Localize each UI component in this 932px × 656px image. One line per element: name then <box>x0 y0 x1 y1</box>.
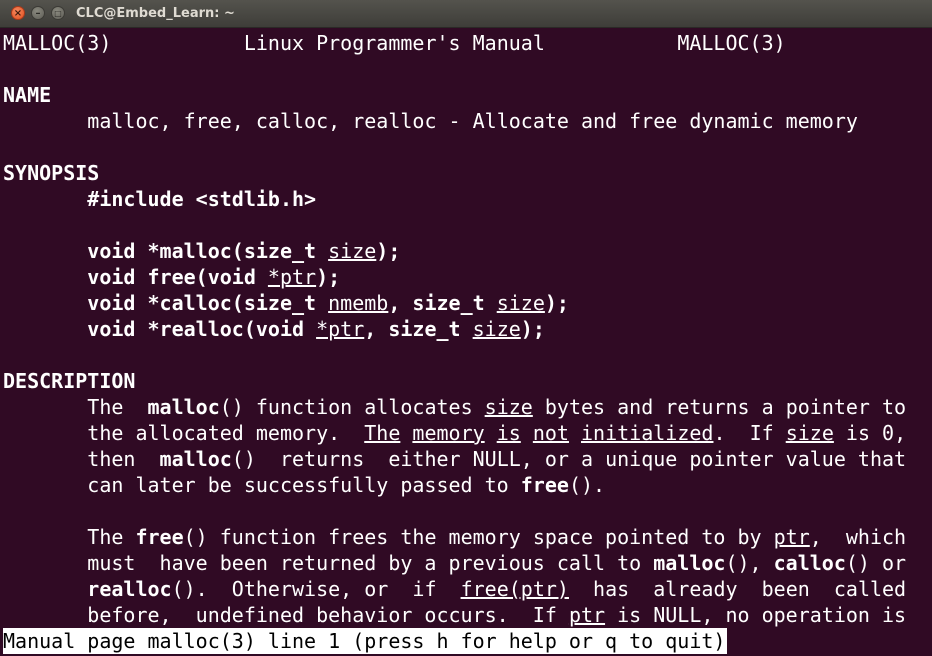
description-line: The free() function frees the memory spa… <box>3 525 907 549</box>
maximize-icon[interactable]: □ <box>51 6 65 20</box>
description-line: before, undefined behavior occurs. If pt… <box>3 603 907 627</box>
terminal-content[interactable]: MALLOC(3) Linux Programmer's Manual MALL… <box>3 30 932 628</box>
section-name-heading: NAME <box>3 83 52 107</box>
man-header-line: MALLOC(3) Linux Programmer's Manual MALL… <box>3 30 932 56</box>
window-title: CLC@Embed_Learn: ~ <box>76 6 235 21</box>
pager-status-bar: Manual page malloc(3) line 1 (press h fo… <box>3 628 728 654</box>
description-line: can later be successfully passed to free… <box>3 473 606 497</box>
description-line: then malloc() returns either NULL, or a … <box>3 447 907 471</box>
description-line: realloc(). Otherwise, or if free(ptr) ha… <box>87 577 907 601</box>
description-line: must have been returned by a previous ca… <box>3 551 907 575</box>
header-center: Linux Programmer's Manual <box>243 31 545 55</box>
terminal-window: × – □ CLC@Embed_Learn: ~ MALLOC(3) Linux… <box>0 0 932 656</box>
title-bar[interactable]: × – □ CLC@Embed_Learn: ~ <box>0 0 932 28</box>
synopsis-calloc: void *calloc(size_t nmemb, size_t size); <box>87 291 569 315</box>
description-line: The malloc() function allocates size byt… <box>3 395 907 419</box>
header-right: MALLOC(3) <box>677 31 786 55</box>
synopsis-realloc: void *realloc(void *ptr, size_t size); <box>87 317 545 341</box>
description-line: the allocated memory. The memory is not … <box>3 421 907 445</box>
name-line: malloc, free, calloc, realloc - Allocate… <box>3 108 932 134</box>
synopsis-free: void free(void *ptr); <box>87 265 341 289</box>
include-line: #include <stdlib.h> <box>3 186 932 212</box>
section-description-heading: DESCRIPTION <box>3 369 136 393</box>
include-text: #include <stdlib.h> <box>87 187 317 211</box>
name-text: malloc, free, calloc, realloc - Allocate… <box>87 109 858 133</box>
header-left: MALLOC(3) <box>3 31 112 55</box>
synopsis-malloc: void *malloc(size_t size); <box>87 239 401 263</box>
section-synopsis-heading: SYNOPSIS <box>3 161 100 185</box>
minimize-icon[interactable]: – <box>31 6 45 20</box>
close-icon[interactable]: × <box>11 6 25 20</box>
